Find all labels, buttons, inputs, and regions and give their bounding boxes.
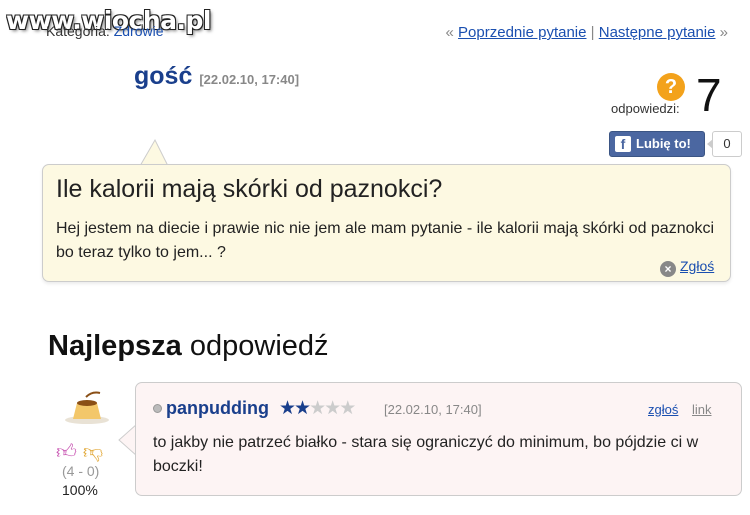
report-question-label: Zgłoś [680, 258, 715, 274]
previous-question-link[interactable]: Poprzednie pytanie [458, 24, 586, 41]
vote-thumbs: 👍︎ 👎︎ [56, 440, 103, 464]
facebook-like-button[interactable]: f Lubię to! [609, 131, 705, 157]
rating-star-icon: ★ [294, 398, 311, 419]
user-status-icon [153, 404, 162, 413]
nav-separator: | [590, 24, 595, 41]
nav-left-arrows: « [445, 24, 454, 41]
pudding-avatar[interactable] [62, 389, 112, 425]
rating-star-icon: ★ [279, 398, 296, 419]
facebook-icon: f [615, 136, 631, 152]
report-answer-link[interactable]: zgłoś [648, 402, 678, 417]
question-body: Hej jestem na diecie i prawie nic nie je… [56, 220, 715, 261]
category: Kategoria: Zdrowie [46, 23, 164, 39]
nav-right-arrows: » [719, 24, 728, 41]
best-answer-heading: Najlepsza odpowiedź [48, 330, 329, 363]
thumb-down-icon[interactable]: 👎︎ [83, 441, 103, 463]
best-answer-heading-bold: Najlepsza [48, 330, 182, 362]
rating-star-icon: ★ [339, 398, 356, 419]
close-icon: × [660, 261, 676, 277]
answer-author[interactable]: panpudding [166, 398, 269, 419]
thumb-up-icon[interactable]: 👍︎ [56, 441, 77, 463]
question-author-name[interactable]: gość [134, 62, 192, 90]
rating-star-icon: ★ [309, 398, 326, 419]
question-date: [22.02.10, 17:40] [199, 72, 300, 87]
answer-permalink[interactable]: link [692, 402, 712, 417]
category-label: Kategoria: [46, 23, 110, 39]
question-title: Ile kalorii mają skórki od paznokci? [56, 175, 443, 203]
answers-count: 7 [696, 69, 722, 121]
best-answer-heading-rest: odpowiedź [189, 330, 329, 362]
user-rating-stars: ★★★★★ [279, 397, 356, 420]
category-link[interactable]: Zdrowie [114, 23, 164, 39]
report-question-link[interactable]: × Zgłoś [660, 258, 714, 277]
question-icon: ? [657, 73, 685, 101]
vote-percent: 100% [62, 482, 98, 498]
vote-count: (4 - 0) [62, 463, 100, 479]
answer-body: to jakby nie patrzeć białko - stara się … [153, 434, 699, 475]
facebook-like-label: Lubię to! [636, 136, 691, 151]
rating-star-icon: ★ [324, 398, 341, 419]
facebook-like-count: 0 [707, 131, 742, 157]
answers-label: odpowiedzi: [611, 101, 680, 116]
next-question-link[interactable]: Następne pytanie [599, 24, 716, 41]
answer-date: [22.02.10, 17:40] [384, 402, 482, 417]
question-navigation: « Poprzednie pytanie | Następne pytanie … [446, 24, 728, 41]
question-author[interactable]: gość [22.02.10, 17:40] [134, 62, 299, 91]
